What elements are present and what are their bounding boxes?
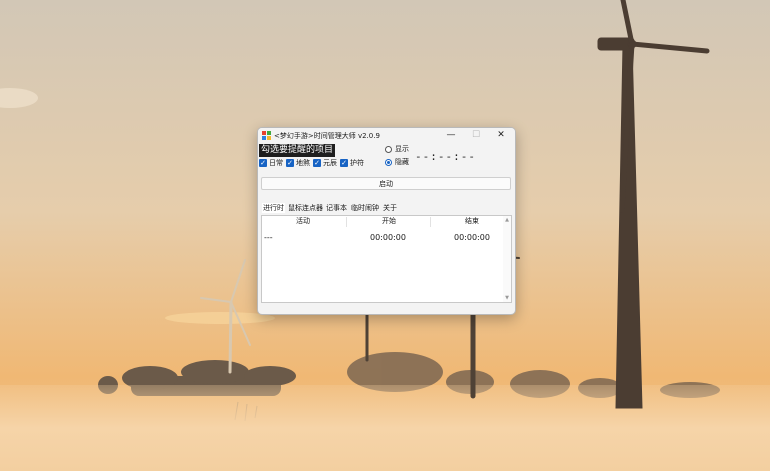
checkbox-daily-label[interactable]: 日常 [269, 159, 283, 168]
window-title: <梦幻手游>时间管理大师 v2.0.9 [274, 132, 380, 140]
column-divider [430, 217, 431, 227]
column-header-start[interactable]: 开始 [382, 217, 396, 226]
title-bar[interactable]: <梦幻手游>时间管理大师 v2.0.9 — ☐ ✕ [258, 128, 515, 144]
column-divider [346, 217, 347, 227]
icon-square [262, 136, 266, 140]
checkbox-disha-label[interactable]: 地煞 [296, 159, 310, 168]
table-cell-start: 00:00:00 [370, 233, 406, 242]
table-cell-activity: --- [264, 233, 273, 242]
radio-show-label[interactable]: 显示 [395, 145, 409, 154]
column-header-activity[interactable]: 活动 [296, 217, 310, 226]
app-window: <梦幻手游>时间管理大师 v2.0.9 — ☐ ✕ 勾选要提醒的项目 显示 隐藏… [257, 127, 516, 315]
tab-temp-alarm[interactable]: 临时闹钟 [351, 203, 379, 213]
scroll-down-icon[interactable]: ▼ [503, 295, 511, 301]
vertical-scrollbar[interactable]: ▲ ▼ [503, 216, 511, 302]
checkbox-talisman[interactable]: ✓ [340, 159, 348, 167]
app-icon [262, 131, 271, 140]
radio-show[interactable] [385, 146, 392, 153]
checkbox-yuanchen-label[interactable]: 元辰 [323, 159, 337, 168]
radio-hide[interactable] [385, 159, 392, 166]
tab-in-progress[interactable]: 进行时 [262, 203, 285, 213]
icon-square [267, 136, 271, 140]
column-header-end[interactable]: 结束 [465, 217, 479, 226]
close-button[interactable]: ✕ [488, 128, 514, 143]
scroll-up-icon[interactable]: ▲ [503, 217, 511, 223]
checkbox-daily[interactable]: ✓ [259, 159, 267, 167]
tab-notepad[interactable]: 记事本 [326, 203, 347, 213]
icon-square [262, 131, 266, 135]
maximize-button[interactable]: ☐ [463, 128, 489, 143]
radio-hide-label[interactable]: 隐藏 [395, 158, 409, 167]
checkbox-disha[interactable]: ✓ [286, 159, 294, 167]
checkbox-yuanchen[interactable]: ✓ [313, 159, 321, 167]
table-cell-end: 00:00:00 [454, 233, 490, 242]
start-button[interactable]: 启动 [261, 177, 511, 190]
minimize-button[interactable]: — [438, 128, 464, 143]
icon-square [267, 131, 271, 135]
reminder-hint-label: 勾选要提醒的项目 [259, 144, 336, 157]
activity-table[interactable]: 活动 开始 结束 --- 00:00:00 00:00:00 ▲ ▼ [261, 215, 512, 303]
tab-about[interactable]: 关于 [383, 203, 397, 213]
tab-mouse-clicker[interactable]: 鼠标连点器 [288, 203, 323, 213]
clock-display: --:--:-- [415, 150, 476, 163]
checkbox-talisman-label[interactable]: 护符 [350, 159, 364, 168]
